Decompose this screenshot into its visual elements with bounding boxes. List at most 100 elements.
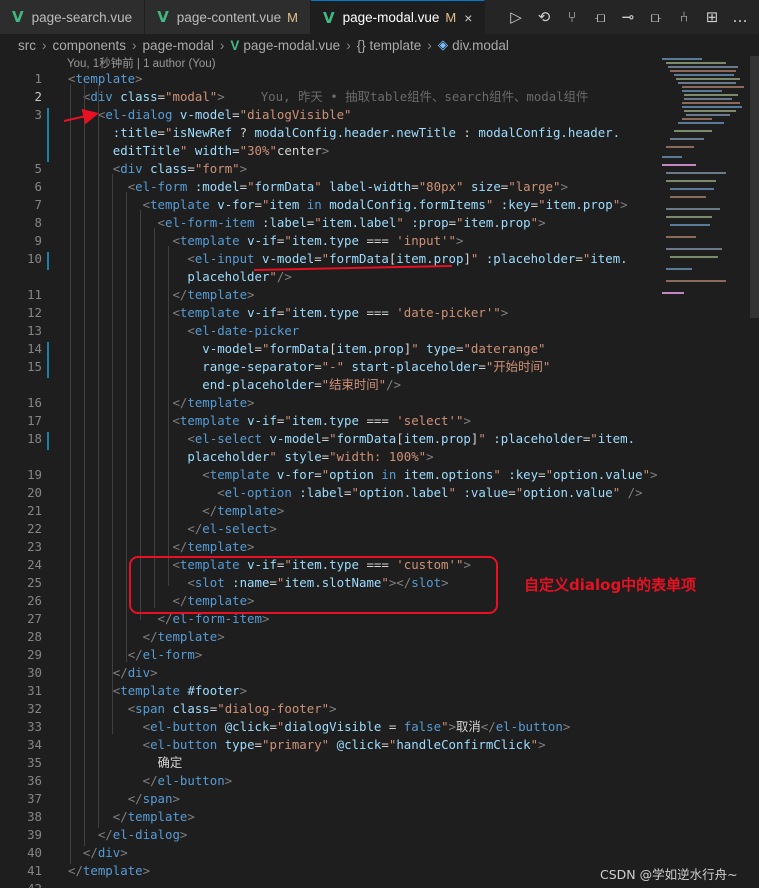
line-number: 35 xyxy=(27,755,42,770)
run-icon[interactable]: ▷ xyxy=(507,8,525,26)
line-number: 37 xyxy=(27,791,42,806)
code-text: <div class="modal"> You, 昨天 • 抽取table组件、s… xyxy=(82,89,589,104)
code-text: </el-dialog> xyxy=(97,827,188,842)
next-change-icon[interactable]: ⟥ xyxy=(647,8,665,26)
line-number: 1 xyxy=(34,71,42,86)
code-text: :title="isNewRef ? modalConfig.header.ne… xyxy=(112,125,621,140)
breadcrumb-file[interactable]: page-modal.vue xyxy=(243,38,340,53)
tab-label: page-content.vue xyxy=(176,9,282,25)
code-text: placeholder" style="width: 100%"> xyxy=(187,449,434,464)
source-control-icon[interactable]: ⑂ xyxy=(563,8,581,26)
inline-blame: You, 昨天 • 抽取table组件、search组件、modal组件 xyxy=(260,89,589,104)
tab-page-modal-vue[interactable]: Vpage-modal.vue M × xyxy=(310,0,486,34)
code-text: <el-button type="primary" @click="handle… xyxy=(142,737,546,752)
code-line[interactable]: 41 </template> xyxy=(0,862,650,880)
line-number: 6 xyxy=(34,179,42,194)
line-number: 12 xyxy=(27,305,42,320)
breadcrumb-item[interactable]: src xyxy=(18,38,36,53)
code-line[interactable]: 39 </el-dialog> xyxy=(0,826,650,844)
code-text: <el-button @click="dialogVisible = false… xyxy=(142,719,571,734)
breadcrumb-symbol-template[interactable]: {} template xyxy=(357,38,422,53)
line-number: 19 xyxy=(27,467,42,482)
code-text: <el-date-picker xyxy=(187,323,300,338)
code-text: <template #footer> xyxy=(112,683,248,698)
line-number: 2 xyxy=(34,89,42,104)
line-number: 5 xyxy=(34,161,42,176)
editor-actions: ▷ ⟲ ⑂ ⟤ ⊸ ⟥ ⑃ ⊞ … xyxy=(507,0,759,34)
code-text: <el-dialog v-model="dialogVisible" xyxy=(97,107,352,122)
line-number: 28 xyxy=(27,629,42,644)
commit-icon[interactable]: ⊸ xyxy=(619,8,637,26)
line-number: 40 xyxy=(27,845,42,860)
minimap[interactable] xyxy=(660,56,750,306)
line-number: 42 xyxy=(0,880,42,888)
line-number: 27 xyxy=(27,611,42,626)
chevron-right-icon: › xyxy=(427,37,432,53)
modified-badge: M xyxy=(287,9,298,25)
code-text: </template> xyxy=(112,809,195,824)
line-number: 31 xyxy=(27,683,42,698)
code-text: <template v-if="item.type === 'date-pick… xyxy=(172,305,509,320)
line-number: 18 xyxy=(27,431,42,446)
line-number: 11 xyxy=(27,287,42,302)
line-number: 32 xyxy=(27,701,42,716)
history-icon[interactable]: ⟲ xyxy=(535,8,553,26)
code-text: </el-form> xyxy=(127,647,203,662)
line-number: 38 xyxy=(27,809,42,824)
code-text: </el-button> xyxy=(142,773,233,788)
tab-list: Vpage-search.vue Vpage-content.vue M Vpage-… xyxy=(0,0,486,34)
breadcrumb-item[interactable]: components xyxy=(53,38,127,53)
line-number: 13 xyxy=(27,323,42,338)
code-text: </template> xyxy=(172,593,255,608)
previous-change-icon[interactable]: ⟤ xyxy=(591,8,609,26)
line-number: 21 xyxy=(27,503,42,518)
line-number: 39 xyxy=(27,827,42,842)
code-text: </template> xyxy=(68,863,151,878)
line-number: 36 xyxy=(27,773,42,788)
line-number: 17 xyxy=(27,413,42,428)
code-line[interactable]: 42 xyxy=(0,880,650,888)
chevron-right-icon: › xyxy=(219,37,225,53)
code-text: 确定 xyxy=(68,755,183,770)
breadcrumb: src › components › page-modal › V page-m… xyxy=(0,34,759,56)
line-number: 9 xyxy=(34,233,42,248)
line-number: 8 xyxy=(34,215,42,230)
breadcrumb-symbol-div[interactable]: div.modal xyxy=(452,38,509,53)
close-icon[interactable]: × xyxy=(464,10,472,26)
line-number: 14 xyxy=(27,341,42,356)
breadcrumb-item[interactable]: page-modal xyxy=(143,38,214,53)
chevron-right-icon: › xyxy=(42,37,47,53)
vertical-scrollbar[interactable] xyxy=(750,56,759,318)
code-text: </el-select> xyxy=(187,521,277,536)
tab-page-content-vue[interactable]: Vpage-content.vue M xyxy=(145,0,311,34)
line-number: 16 xyxy=(27,395,42,410)
line-number: 24 xyxy=(27,557,42,572)
code-text: </template> xyxy=(202,503,285,518)
code-text: <el-form :model="formData" label-width="… xyxy=(127,179,568,194)
line-number: 7 xyxy=(34,197,42,212)
tab-page-search-vue[interactable]: Vpage-search.vue xyxy=(0,0,146,34)
code-text: </template> xyxy=(142,629,225,644)
line-number: 25 xyxy=(27,575,42,590)
more-actions-icon[interactable]: … xyxy=(731,8,749,26)
line-number: 33 xyxy=(27,719,42,734)
code-text: </template> xyxy=(172,395,255,410)
code-text: end-placeholder="结束时间"/> xyxy=(202,377,402,392)
annotation-label: 自定义dialog中的表单项 xyxy=(524,576,697,594)
line-number: 29 xyxy=(27,647,42,662)
chevron-right-icon: › xyxy=(346,37,351,53)
chevron-right-icon: › xyxy=(132,37,137,53)
code-text: <template v-for="item in modalConfig.for… xyxy=(142,197,628,212)
tab-label: page-search.vue xyxy=(31,9,133,25)
line-number: 10 xyxy=(27,251,42,266)
split-editor-icon[interactable]: ⊞ xyxy=(703,8,721,26)
git-graph-icon[interactable]: ⑃ xyxy=(675,8,693,26)
code-text: <template v-if="item.type === 'custom'"> xyxy=(172,557,471,572)
code-text: <template v-for="option in item.options"… xyxy=(202,467,658,482)
modified-badge: M xyxy=(445,10,457,25)
code-text: </template> xyxy=(172,539,255,554)
code-line[interactable]: 40 </div> xyxy=(0,844,650,862)
code-text: </template> xyxy=(172,287,255,302)
line-number: 22 xyxy=(27,521,42,536)
watermark: CSDN @学如逆水行舟~ xyxy=(600,867,738,882)
